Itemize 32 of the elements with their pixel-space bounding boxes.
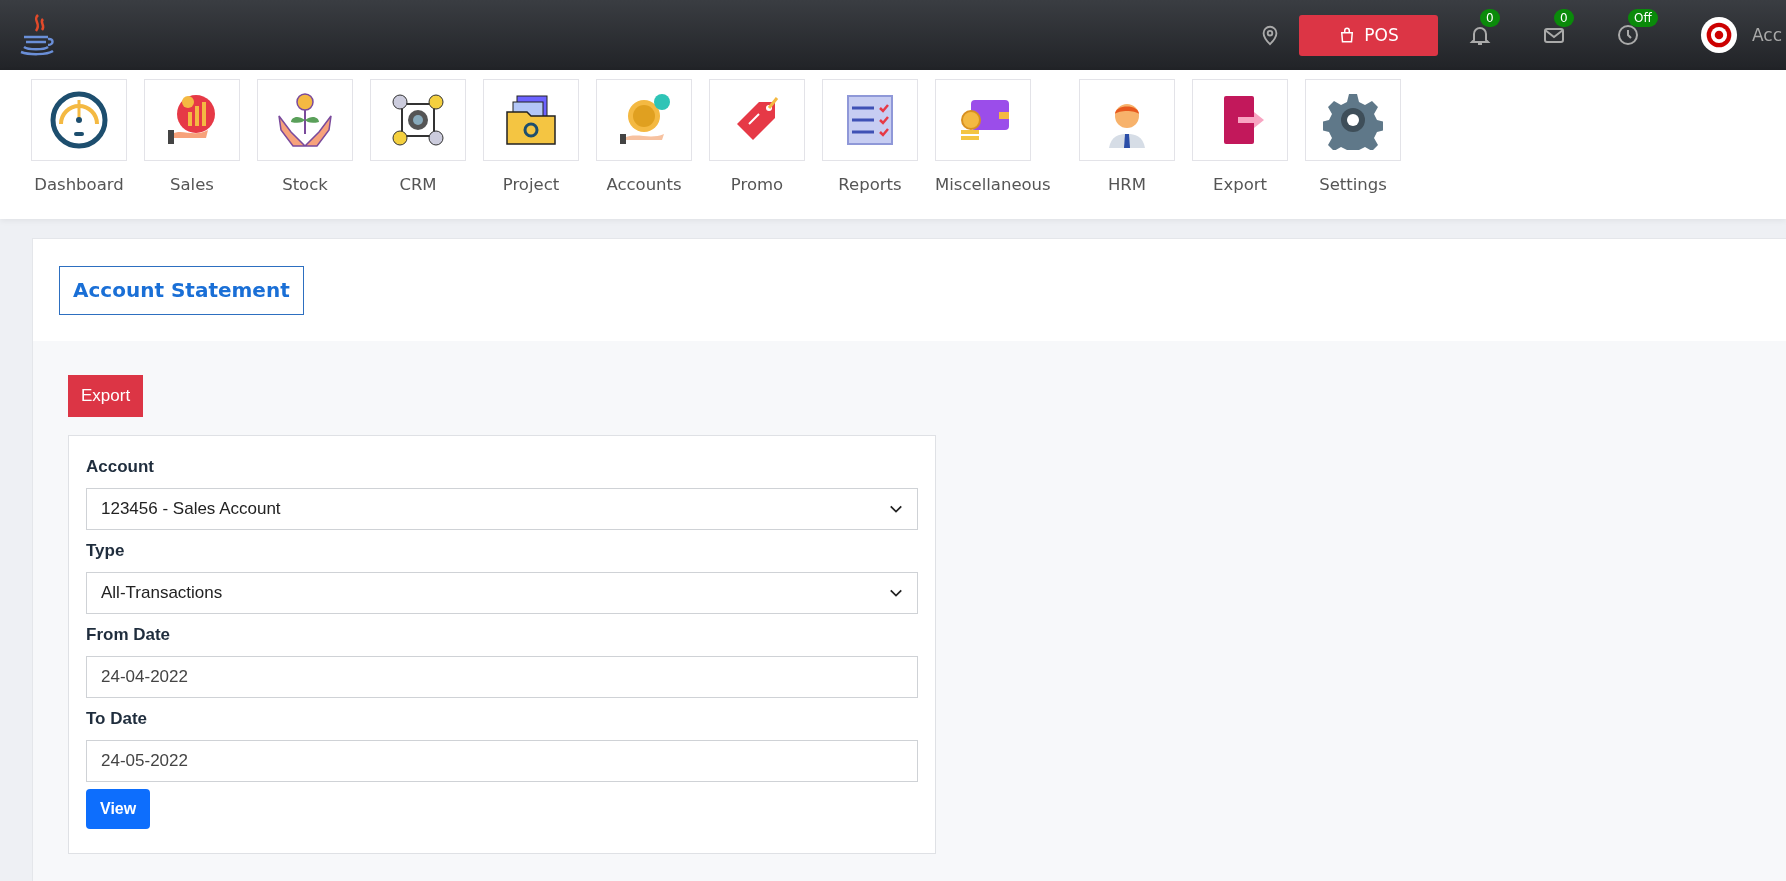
date-input[interactable]: 24-04-2022 <box>86 656 918 698</box>
select-dropdown[interactable]: 123456 - Sales Account <box>86 488 918 530</box>
module-link[interactable]: Export <box>1192 70 1305 219</box>
module-link[interactable]: Dashboard <box>31 70 144 219</box>
module-link[interactable]: Stock <box>257 70 370 219</box>
gauge-icon <box>49 90 109 150</box>
select-dropdown[interactable]: All-Transactions <box>86 572 918 614</box>
module-link[interactable]: CRM <box>370 70 483 219</box>
pos-button[interactable]: POS <box>1299 14 1438 56</box>
module-link[interactable]: Accounts <box>596 70 709 219</box>
module-link[interactable]: Sales <box>144 70 257 219</box>
field-label: To Date <box>86 709 149 729</box>
message-count-badge: 0 <box>1554 9 1574 27</box>
module-link[interactable]: Reports <box>822 70 935 219</box>
view-button[interactable]: View <box>86 789 151 829</box>
module-link[interactable]: Settings <box>1305 70 1418 219</box>
clock-status-badge: Off <box>1628 9 1658 27</box>
module-link[interactable]: Miscellaneous <box>935 70 1079 219</box>
field-label: From Date <box>86 625 172 645</box>
export-button[interactable]: Export <box>68 375 144 417</box>
module-link[interactable]: Project <box>483 70 596 219</box>
page-title: Account Statement <box>59 266 304 315</box>
user-avatar[interactable] <box>1700 16 1738 54</box>
user-name[interactable]: Acc <box>1752 25 1786 45</box>
field-label: Type <box>86 541 126 561</box>
notification-count-badge: 0 <box>1480 9 1500 27</box>
plant-coin-hands-icon <box>275 90 335 150</box>
date-input[interactable]: 24-05-2022 <box>86 740 918 782</box>
module-link[interactable]: HRM <box>1079 70 1192 219</box>
field-label: Account <box>86 457 155 477</box>
module-link[interactable]: Promo <box>709 70 822 219</box>
clock-icon[interactable] <box>1616 23 1640 47</box>
